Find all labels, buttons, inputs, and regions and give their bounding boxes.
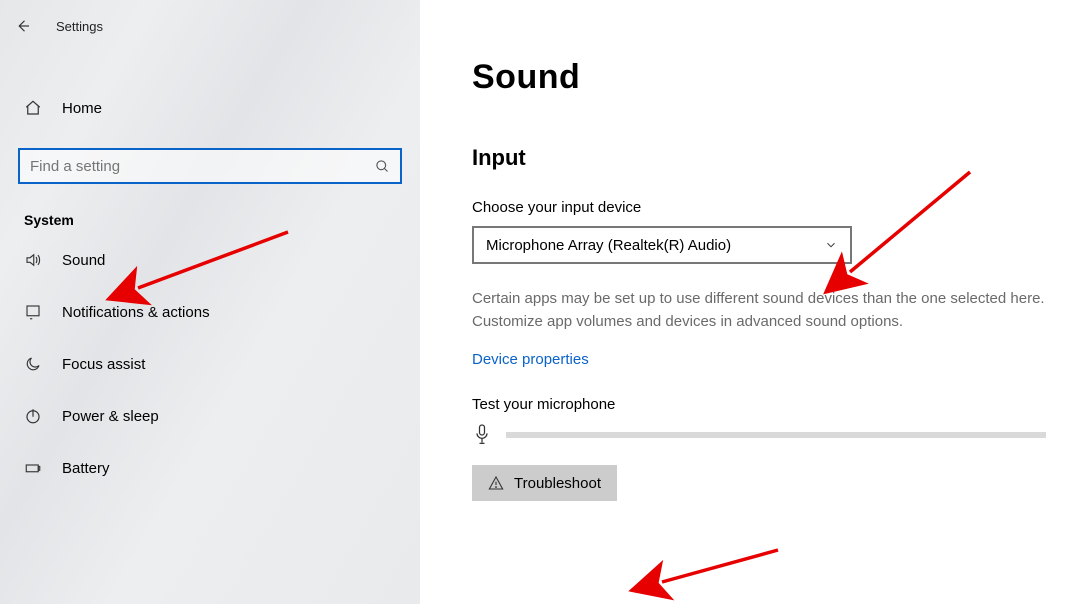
home-icon (24, 99, 42, 117)
sidebar-item-label: Notifications & actions (62, 304, 210, 321)
troubleshoot-button[interactable]: Troubleshoot (472, 465, 617, 501)
chevron-down-icon (824, 238, 838, 252)
sidebar-item-notifications[interactable]: Notifications & actions (0, 286, 420, 338)
input-description: Certain apps may be set up to use differ… (472, 288, 1056, 333)
battery-icon (24, 459, 42, 477)
page-title: Sound (472, 58, 1056, 97)
notifications-icon (24, 303, 42, 321)
sidebar-item-focus-assist[interactable]: Focus assist (0, 338, 420, 390)
search-input[interactable] (30, 158, 375, 175)
input-device-dropdown[interactable]: Microphone Array (Realtek(R) Audio) (472, 226, 852, 264)
app-title: Settings (56, 19, 103, 34)
power-icon (24, 407, 42, 425)
back-button[interactable] (14, 17, 32, 35)
choose-device-label: Choose your input device (472, 199, 1056, 216)
device-properties-link[interactable]: Device properties (472, 351, 589, 368)
sidebar-item-label: Battery (62, 460, 110, 477)
sidebar-item-sound[interactable]: Sound (0, 234, 420, 286)
sidebar-item-label: Power & sleep (62, 408, 159, 425)
sidebar-item-battery[interactable]: Battery (0, 442, 420, 494)
search-box[interactable] (18, 148, 402, 184)
troubleshoot-label: Troubleshoot (514, 475, 601, 492)
sidebar-item-power-sleep[interactable]: Power & sleep (0, 390, 420, 442)
warning-icon (488, 475, 504, 491)
microphone-icon (472, 423, 492, 447)
search-icon (375, 159, 390, 174)
selected-device: Microphone Array (Realtek(R) Audio) (486, 237, 731, 254)
mic-level-bar (506, 432, 1046, 438)
sidebar-item-label: Focus assist (62, 356, 145, 373)
sidebar-home[interactable]: Home (0, 88, 420, 128)
section-heading-input: Input (472, 145, 1056, 171)
sound-icon (24, 251, 42, 269)
sidebar-section-system: System (0, 184, 420, 234)
home-label: Home (62, 100, 102, 117)
moon-icon (24, 355, 42, 373)
test-mic-label: Test your microphone (472, 396, 1056, 413)
sidebar-item-label: Sound (62, 252, 105, 269)
